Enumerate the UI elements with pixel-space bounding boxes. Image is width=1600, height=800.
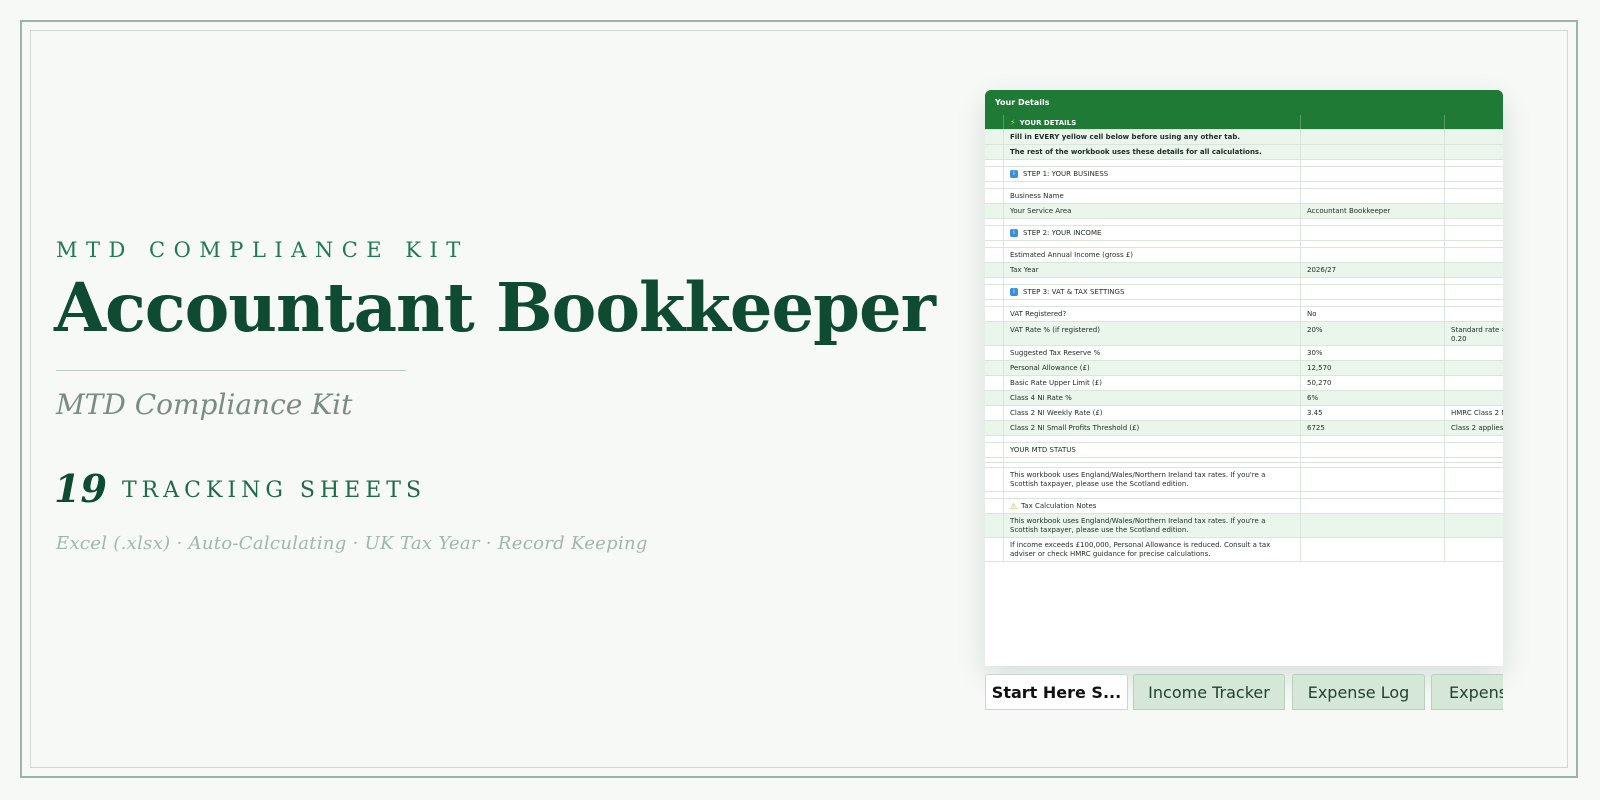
table-row: If income exceeds £100,000, Personal All… (985, 538, 1503, 562)
sheet-count: 19 (54, 466, 107, 511)
class2-weekly-cell[interactable]: 3.45 (1301, 406, 1445, 420)
kicker-text: MTD COMPLIANCE KIT (56, 238, 469, 262)
table-row: YOUR MTD STATUS (985, 443, 1503, 458)
class2-threshold-cell[interactable]: 6725 (1301, 421, 1445, 435)
service-area-cell[interactable]: Accountant Bookkeeper (1301, 204, 1445, 218)
table-row[interactable]: Suggested Tax Reserve % 30% (985, 346, 1503, 361)
section-row: ⚡ YOUR DETAILS (985, 115, 1503, 130)
title-divider (56, 370, 406, 371)
spacer-row (985, 241, 1503, 248)
class4-cell[interactable]: 6% (1301, 391, 1445, 405)
page-title: Accountant Bookkeeper (54, 268, 936, 347)
vat-rate-cell[interactable]: 20% (1301, 322, 1445, 345)
table-row: This workbook uses England/Wales/Norther… (985, 468, 1503, 492)
annual-income-cell[interactable] (1301, 248, 1445, 262)
personal-allowance-cell[interactable]: 12,570 (1301, 361, 1445, 375)
spacer-row (985, 160, 1503, 167)
spacer-row (985, 182, 1503, 189)
table-row[interactable]: Class 2 NI Weekly Rate (£) 3.45 HMRC Class… (985, 406, 1503, 421)
spacer-row (985, 278, 1503, 285)
table-row[interactable]: Tax Year 2026/27 (985, 263, 1503, 278)
table-row[interactable]: Personal Allowance (£) 12,570 (985, 361, 1503, 376)
table-row[interactable]: Basic Rate Upper Limit (£) 50,270 (985, 376, 1503, 391)
sheet-grid: ⚡ YOUR DETAILS Fill in EVERY yellow cell … (985, 115, 1503, 562)
spacer-row (985, 492, 1503, 499)
lightning-icon: ⚡ (1010, 118, 1016, 127)
info-icon: i (1010, 170, 1018, 178)
sheet-count-label: TRACKING SHEETS (122, 478, 427, 503)
info-icon: i (1010, 288, 1018, 296)
tax-year-cell[interactable]: 2026/27 (1301, 263, 1445, 277)
step-row: i STEP 3: VAT & TAX SETTINGS (985, 285, 1503, 300)
business-name-cell[interactable] (1301, 189, 1445, 203)
feature-list: Excel (.xlsx) · Auto-Calculating · UK Ta… (56, 533, 648, 554)
spreadsheet-preview: Your Details ⚡ YOUR DETAILS Fill in EVERY… (985, 90, 1503, 666)
tab-income-tracker[interactable]: Income Tracker (1133, 674, 1285, 710)
table-row[interactable]: VAT Rate % (if registered) 20% Standard r… (985, 322, 1503, 346)
table-row[interactable]: Business Name (985, 189, 1503, 204)
table-row: Fill in EVERY yellow cell below before u… (985, 130, 1503, 145)
step-row: i STEP 2: YOUR INCOME (985, 226, 1503, 241)
table-row[interactable]: Your Service Area Accountant Bookkeeper (985, 204, 1503, 219)
step-row: i STEP 1: YOUR BUSINESS (985, 167, 1503, 182)
sheet-header: Your Details (985, 90, 1503, 115)
tax-reserve-cell[interactable]: 30% (1301, 346, 1445, 360)
table-row[interactable]: Estimated Annual Income (gross £) (985, 248, 1503, 263)
subtitle: MTD Compliance Kit (56, 388, 353, 421)
table-row: This workbook uses England/Wales/Norther… (985, 514, 1503, 538)
table-row: The rest of the workbook uses these deta… (985, 145, 1503, 160)
info-icon: i (1010, 229, 1018, 237)
spacer-row (985, 436, 1503, 443)
table-row[interactable]: Class 2 NI Small Profits Threshold (£) 67… (985, 421, 1503, 436)
tab-start-here[interactable]: Start Here S... (985, 674, 1128, 710)
spacer-row (985, 300, 1503, 307)
table-row[interactable]: VAT Registered? No (985, 307, 1503, 322)
step-row: ⚠ Tax Calculation Notes (985, 499, 1503, 514)
table-row[interactable]: Class 4 NI Rate % 6% (985, 391, 1503, 406)
vat-registered-cell[interactable]: No (1301, 307, 1445, 321)
tab-expense-log[interactable]: Expense Log (1292, 674, 1425, 710)
tab-expenses-partial[interactable]: Expens (1431, 674, 1503, 710)
warning-icon: ⚠ (1010, 501, 1018, 511)
spacer-row (985, 219, 1503, 226)
basic-rate-cell[interactable]: 50,270 (1301, 376, 1445, 390)
sheet-tabs: Start Here S... Income Tracker Expense L… (985, 674, 1503, 710)
